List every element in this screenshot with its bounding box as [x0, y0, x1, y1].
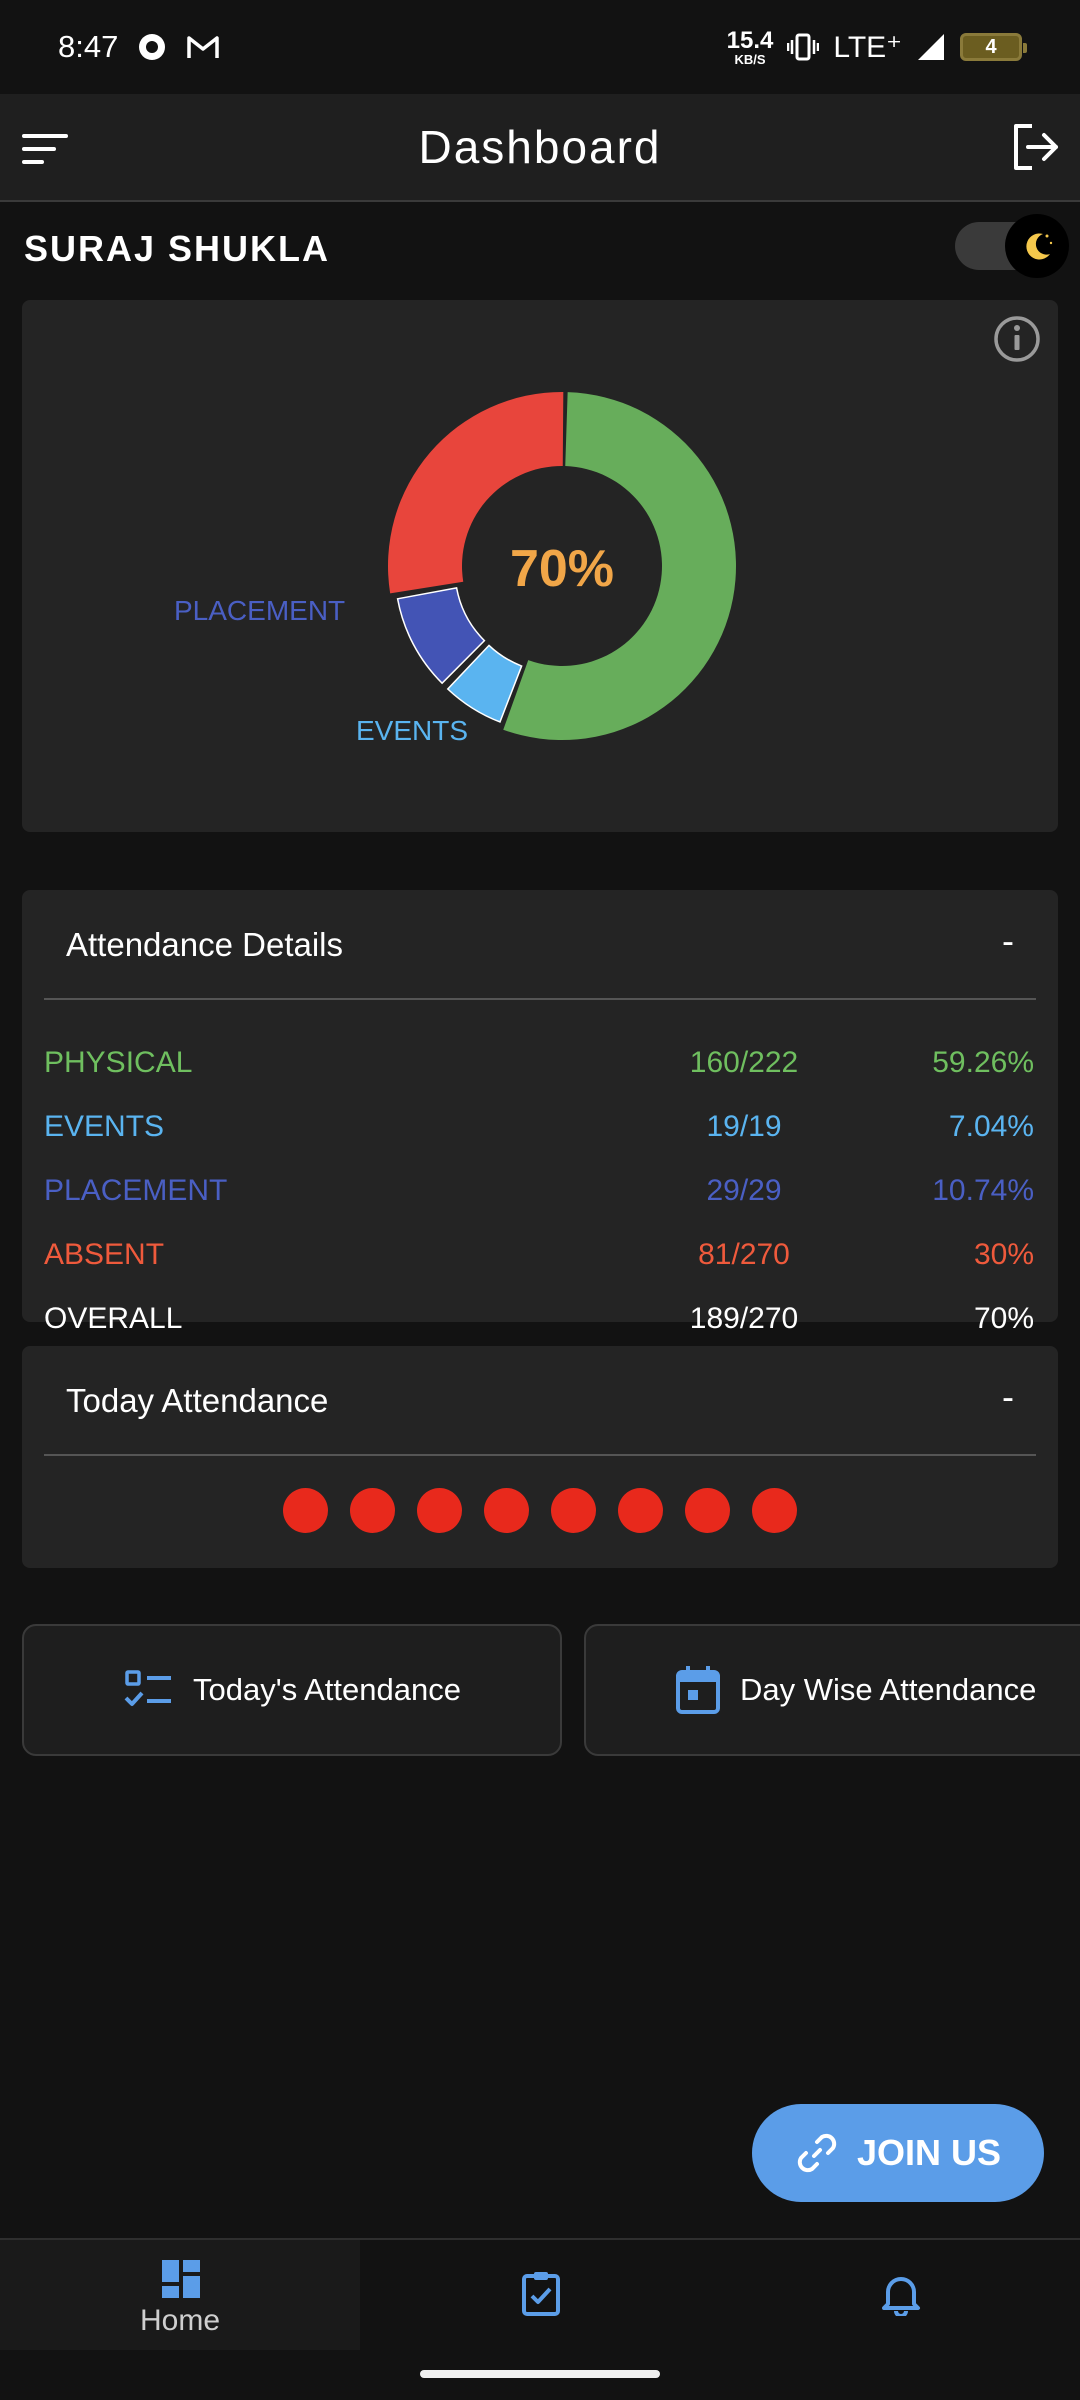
theme-toggle[interactable] — [955, 214, 1069, 278]
signal-icon — [916, 32, 946, 62]
attendance-percent: 7.04% — [948, 1110, 1034, 1143]
menu-button[interactable] — [20, 124, 70, 174]
period-dot — [350, 1488, 395, 1533]
attendance-details-card: Attendance Details - PHYSICAL 160/222 59.2… — [22, 890, 1058, 1335]
attendance-donut-chart: 70% PLACEMENT EVENTS — [174, 392, 736, 746]
bottom-navigation: Home — [0, 2238, 1080, 2350]
attendance-percent: 59.26% — [932, 1046, 1034, 1079]
attendance-row: PHYSICAL 160/222 59.26% — [44, 1038, 1034, 1088]
period-dot — [752, 1488, 797, 1533]
today-attendance-card: Today Attendance - — [22, 1346, 1058, 1568]
status-time: 8:47 — [58, 29, 119, 64]
attendance-count: 81/270 — [698, 1238, 790, 1271]
join-us-button[interactable]: JOIN US — [752, 2104, 1044, 2202]
dashboard-icon — [162, 2260, 200, 2298]
collapse-button[interactable]: - — [1002, 1376, 1014, 1418]
day-wise-attendance-button[interactable]: Day Wise Attendance — [584, 1624, 1080, 1756]
attendance-count: 19/19 — [706, 1110, 782, 1143]
nav-home[interactable]: Home — [0, 2240, 360, 2350]
chart-card: 70% PLACEMENT EVENTS — [22, 300, 1058, 832]
logout-icon — [1014, 124, 1058, 170]
network-type: LTE⁺ — [833, 30, 902, 64]
app-bar: Dashboard — [0, 94, 1080, 202]
attendance-label: EVENTS — [44, 1110, 165, 1143]
nav-attendance[interactable] — [360, 2240, 720, 2350]
period-dot — [283, 1488, 328, 1533]
record-icon — [136, 31, 168, 63]
link-icon — [797, 2133, 837, 2173]
page-title: Dashboard — [418, 121, 662, 173]
period-dot — [618, 1488, 663, 1533]
todays-attendance-button[interactable]: Today's Attendance — [22, 1624, 562, 1756]
divider — [44, 1454, 1036, 1456]
period-dot — [685, 1488, 730, 1533]
attendance-details-title: Attendance Details — [66, 926, 344, 963]
status-left: 8:47 — [58, 29, 220, 65]
attendance-count: 189/270 — [689, 1302, 799, 1335]
chart-label-placement: PLACEMENT — [174, 595, 345, 626]
net-speed-unit: KB/S — [734, 51, 766, 67]
attendance-label: ABSENT — [44, 1238, 165, 1271]
battery-icon: 4 — [960, 33, 1027, 61]
divider — [44, 998, 1036, 1000]
user-name: SURAJ SHUKLA — [24, 228, 331, 269]
gesture-handle[interactable] — [420, 2370, 660, 2378]
attendance-row: PLACEMENT 29/29 10.74% — [44, 1166, 1034, 1216]
nav-notifications[interactable] — [720, 2240, 1080, 2350]
today-attendance-title: Today Attendance — [66, 1382, 329, 1419]
attendance-label: PHYSICAL — [44, 1046, 193, 1079]
collapse-button[interactable]: - — [1002, 920, 1014, 962]
attendance-percent: 30% — [973, 1238, 1034, 1271]
status-right: 15.4 KB/S LTE⁺ 4 — [726, 26, 1027, 67]
attendance-row: OVERALL 189/270 70% — [44, 1294, 1034, 1344]
period-dot — [417, 1488, 462, 1533]
clipboard-check-icon — [522, 2272, 560, 2316]
net-speed: 15.4 KB/S — [726, 26, 774, 67]
logout-button[interactable] — [1008, 120, 1062, 174]
attendance-count: 160/222 — [689, 1046, 799, 1079]
bell-icon — [882, 2277, 920, 2316]
net-speed-value: 15.4 — [726, 26, 774, 54]
checklist-icon — [124, 1670, 172, 1706]
nav-home-label: Home — [139, 2304, 221, 2337]
vibrate-icon — [787, 32, 820, 62]
sort-menu-icon — [22, 134, 68, 164]
day-wise-attendance-label: Day Wise Attendance — [740, 1672, 1037, 1707]
attendance-label: PLACEMENT — [44, 1174, 228, 1207]
attendance-label: OVERALL — [44, 1302, 183, 1335]
attendance-row: EVENTS 19/19 7.04% — [44, 1102, 1034, 1152]
period-status-dots — [22, 1488, 1058, 1533]
attendance-percent: 70% — [973, 1302, 1034, 1335]
period-dot — [484, 1488, 529, 1533]
moon-icon — [1005, 214, 1069, 278]
chart-label-events: EVENTS — [356, 715, 468, 746]
todays-attendance-label: Today's Attendance — [193, 1672, 461, 1707]
status-bar: 8:47 15.4 KB/S LTE⁺ 4 — [0, 0, 1080, 94]
attendance-row: ABSENT 81/270 30% — [44, 1230, 1034, 1280]
chart-center-label: 70% — [510, 540, 614, 598]
period-dot — [551, 1488, 596, 1533]
gmail-icon — [186, 33, 220, 61]
attendance-percent: 10.74% — [932, 1174, 1034, 1207]
calendar-icon — [676, 1666, 720, 1714]
attendance-count: 29/29 — [706, 1174, 782, 1207]
join-us-label: JOIN US — [856, 2132, 1002, 2173]
